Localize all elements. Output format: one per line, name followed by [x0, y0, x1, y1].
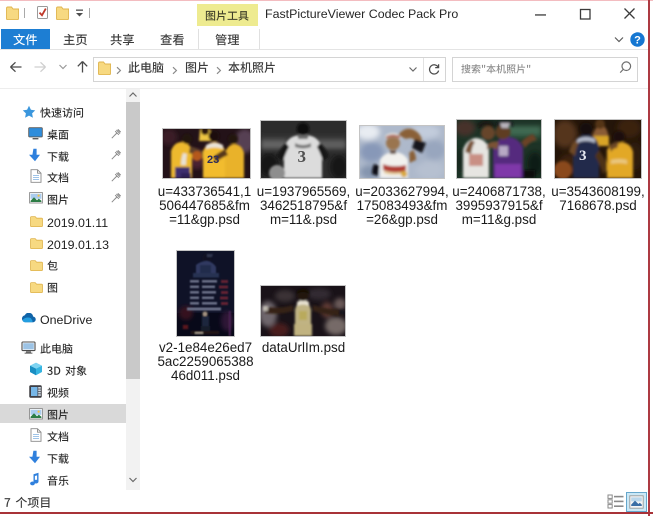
svg-text:3: 3 [579, 148, 587, 164]
svg-text:23: 23 [207, 154, 219, 166]
svg-text:3: 3 [298, 147, 307, 166]
svg-text:?: ? [634, 34, 641, 46]
